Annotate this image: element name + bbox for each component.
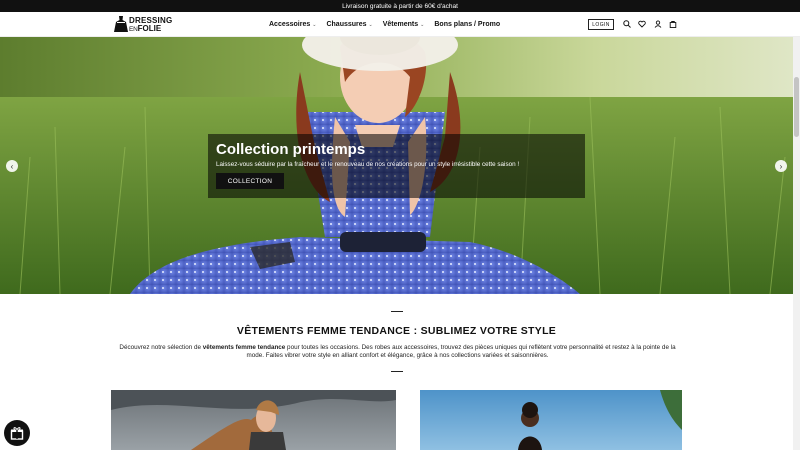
brand-line-2: ENFOLIE xyxy=(129,24,161,33)
heart-icon[interactable] xyxy=(637,19,647,29)
scrollbar-thumb[interactable] xyxy=(794,77,799,137)
hero-slider[interactable]: Collection printemps Laissez-vous séduir… xyxy=(0,37,793,294)
brand-folie: FOLIE xyxy=(137,24,162,33)
nav-label: Chaussures xyxy=(326,21,367,28)
hero-subtitle: Laissez-vous séduire par la fraîcheur et… xyxy=(216,161,520,168)
desc-end: pour toutes les occasions. Des robes aux… xyxy=(246,344,676,359)
announcement-bar: Livraison gratuite à partir de 60€ d'ach… xyxy=(0,0,800,12)
nav-item-accessoires[interactable]: Accessoires ⌄ xyxy=(269,21,316,28)
chevron-down-icon: ⌄ xyxy=(312,21,317,28)
nav-item-vetements[interactable]: Vêtements ⌄ xyxy=(383,21,425,28)
desc-bold: vêtements femme tendance xyxy=(202,344,286,351)
card-image xyxy=(111,390,396,450)
collection-button[interactable]: COLLECTION xyxy=(216,173,284,189)
category-cards xyxy=(111,390,682,450)
divider-top xyxy=(391,311,403,312)
user-icon[interactable] xyxy=(653,19,663,29)
nav-label: Accessoires xyxy=(269,21,311,28)
nav-item-chaussures[interactable]: Chaussures ⌄ xyxy=(326,21,372,28)
cart-icon[interactable] xyxy=(668,19,678,29)
login-button[interactable]: LOGIN xyxy=(588,19,614,30)
main-nav: Accessoires ⌄ Chaussures ⌄ Vêtements ⌄ Bons… xyxy=(269,12,510,37)
chevron-down-icon: ⌄ xyxy=(368,21,373,28)
category-card[interactable] xyxy=(420,390,682,450)
brand-logo[interactable]: DRESSING ENFOLIE xyxy=(114,15,184,33)
brand-en: EN xyxy=(129,26,138,33)
chevron-down-icon: ⌄ xyxy=(420,21,425,28)
nav-label: Vêtements xyxy=(382,21,419,28)
section-description: Découvrez notre sélection de vêtements f… xyxy=(115,344,680,359)
nav-item-bons-plans[interactable]: Bons plans / Promo xyxy=(434,21,500,28)
hero-caption: Collection printemps Laissez-vous séduir… xyxy=(208,134,585,198)
site-header: DRESSING ENFOLIE Accessoires ⌄ Chaussures… xyxy=(0,12,800,37)
scrollbar[interactable] xyxy=(793,37,800,450)
announcement-text: Livraison gratuite à partir de 60€ d'ach… xyxy=(342,2,458,10)
hero-title: Collection printemps xyxy=(216,141,366,158)
category-card[interactable] xyxy=(111,390,396,450)
desc-start: Découvrez notre sélection de xyxy=(119,344,203,351)
nav-label: Bons plans / Promo xyxy=(434,21,501,28)
card-image xyxy=(420,390,682,450)
search-icon[interactable] xyxy=(622,19,632,29)
chevron-right-icon[interactable]: › xyxy=(775,160,787,172)
dress-logo-icon xyxy=(114,16,128,32)
gift-icon[interactable] xyxy=(4,420,30,446)
chevron-left-icon[interactable]: ‹ xyxy=(6,160,18,172)
divider-bottom xyxy=(391,371,403,372)
section-heading: VÊTEMENTS FEMME TENDANCE : SUBLIMEZ VOTR… xyxy=(236,325,557,337)
